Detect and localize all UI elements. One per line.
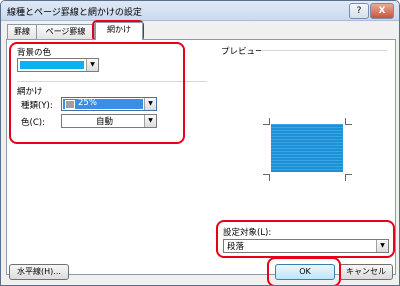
ok-highlight-box	[267, 257, 341, 285]
tab-shading[interactable]: 網かけ	[95, 22, 143, 40]
corner-mark	[345, 174, 352, 181]
preview-divider	[261, 50, 387, 51]
dialog-window: 線種とページ罫線と網かけの設定 ? X 罫線 ページ罫線 網かけ 背景の色 ▼ …	[0, 0, 400, 286]
preview-label: プレビュー	[221, 47, 264, 57]
tab-borders[interactable]: 罫線	[7, 24, 37, 39]
window-title: 線種とページ罫線と網かけの設定	[7, 8, 142, 18]
title-bar: 線種とページ罫線と網かけの設定 ? X	[1, 1, 399, 21]
corner-mark	[263, 118, 270, 125]
corner-mark	[345, 118, 352, 125]
settings-highlight-box	[9, 42, 185, 144]
preview-box	[271, 124, 343, 172]
shading-panel: 背景の色 ▼ 網かけ 種類(Y): 25% ▼ 色(C): 自動 ▼ プレビュー…	[6, 39, 396, 275]
corner-mark	[263, 174, 270, 181]
tab-page-border[interactable]: ページ罫線	[36, 24, 95, 39]
close-button[interactable]: X	[370, 3, 394, 19]
help-button[interactable]: ?	[349, 3, 369, 19]
horizontal-line-button[interactable]: 水平線(H)...	[9, 264, 69, 280]
dialog-body: 罫線 ページ罫線 網かけ 背景の色 ▼ 網かけ 種類(Y): 25% ▼ 色(C…	[1, 20, 399, 285]
apply-to-highlight-box	[216, 220, 395, 258]
cancel-button[interactable]: キャンセル	[339, 264, 393, 280]
